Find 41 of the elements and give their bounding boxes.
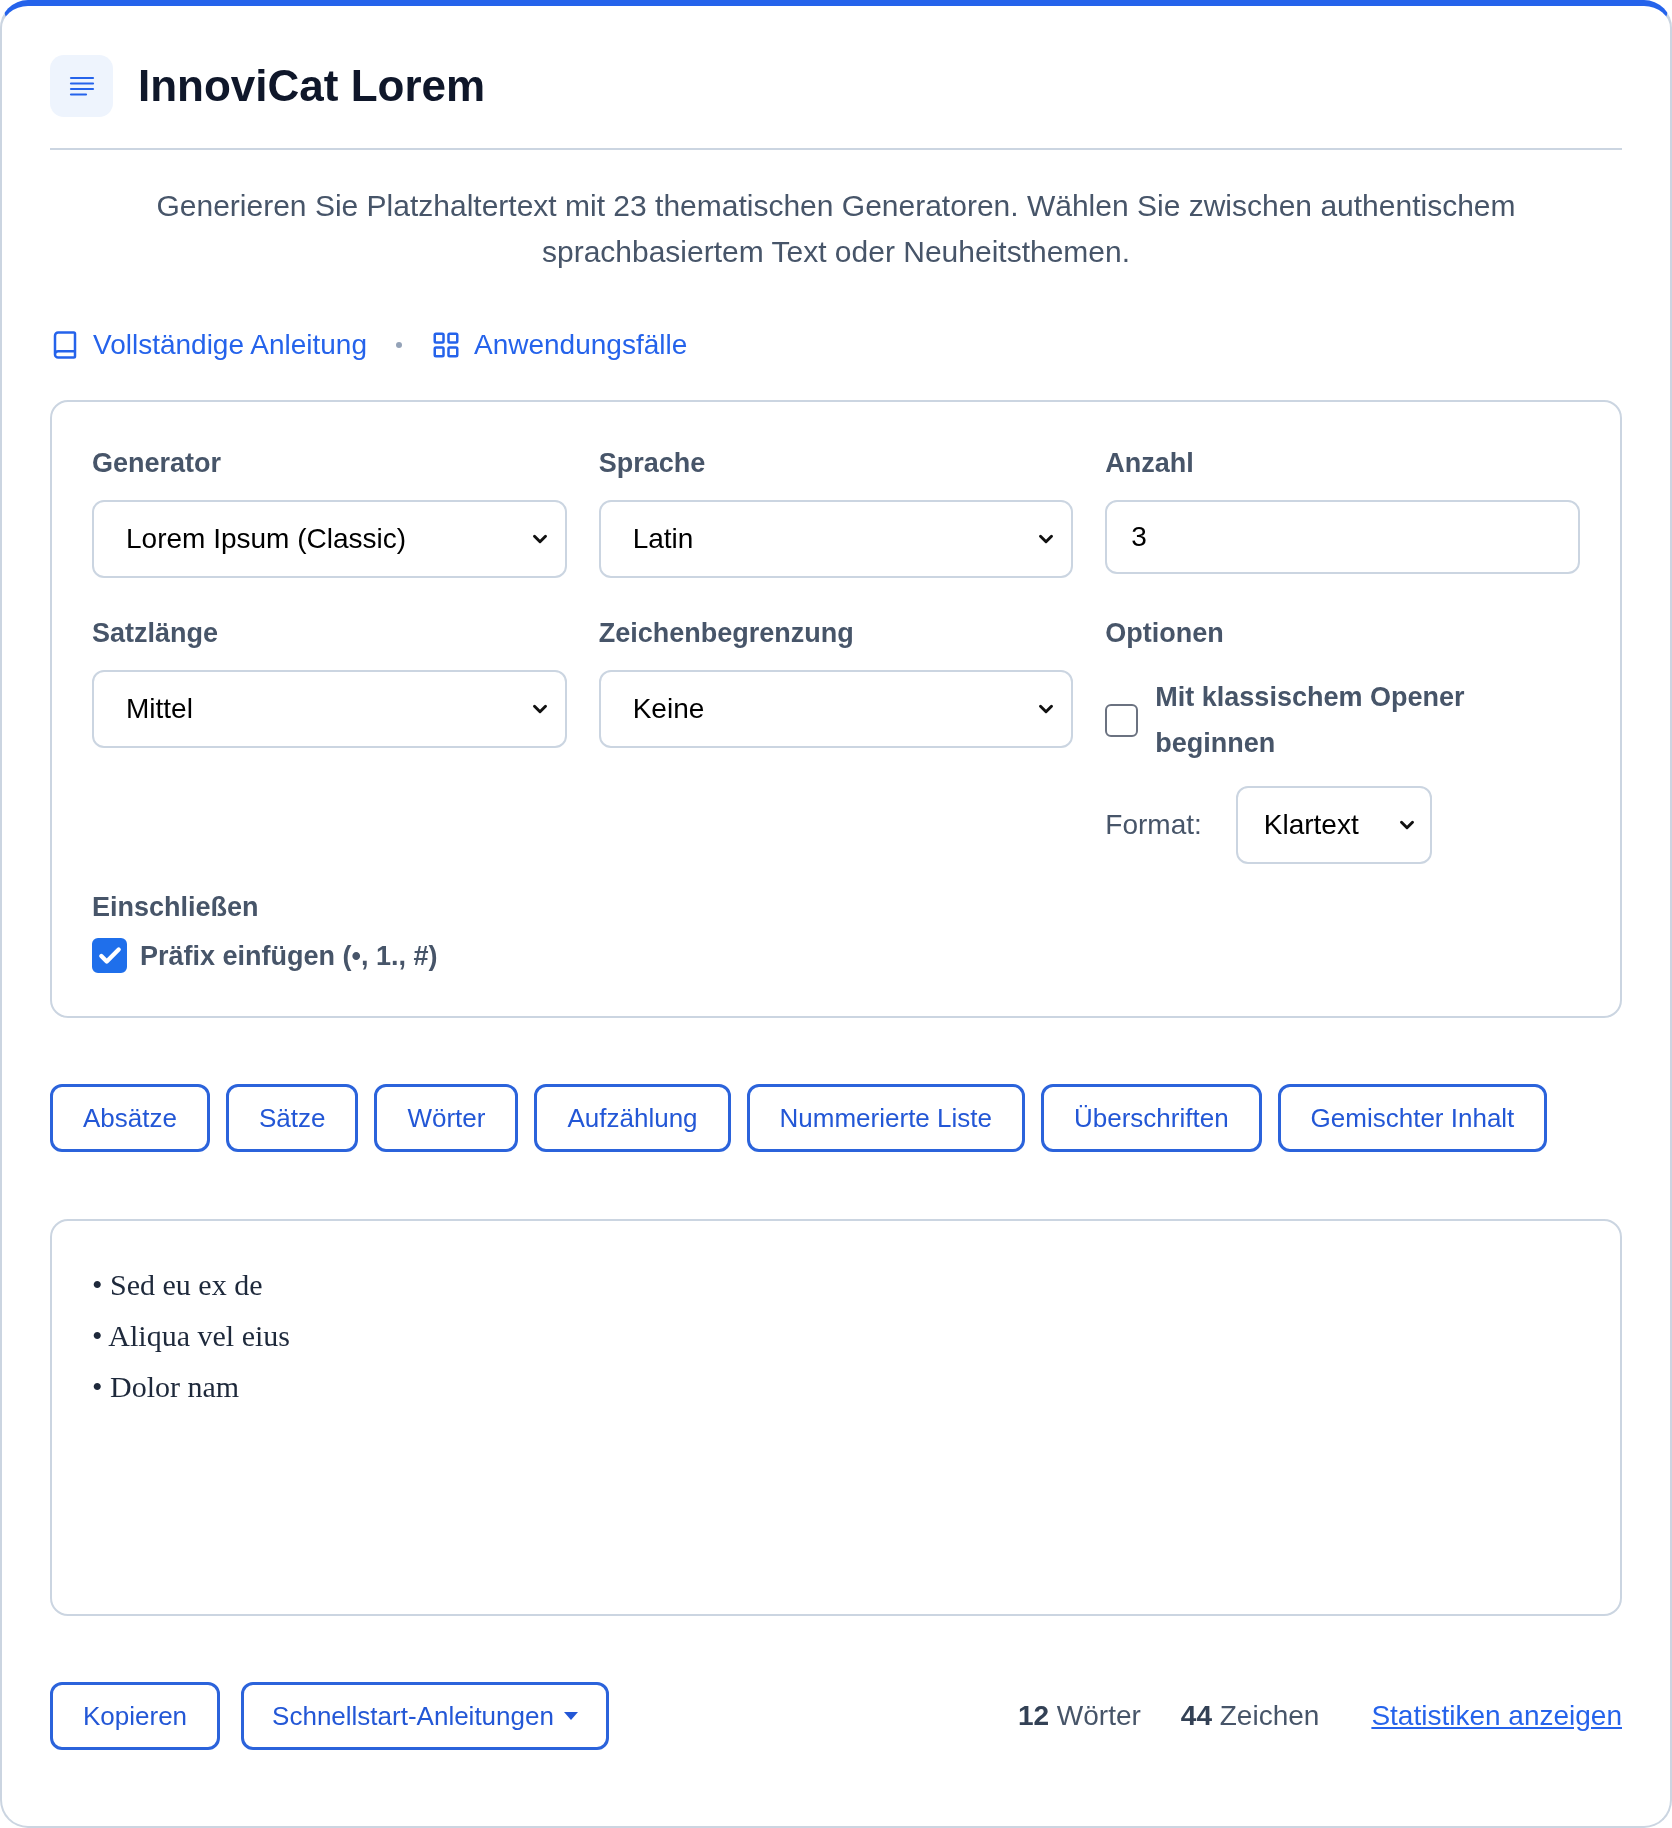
- stat-count: 44 Zeichen: [1180, 1699, 1320, 1733]
- stat-count: 12 Wörter: [1017, 1699, 1141, 1733]
- field-label: Anzahl: [1105, 447, 1195, 479]
- grid-icon: [431, 330, 461, 360]
- format-label: Format:: [1105, 808, 1202, 842]
- app-title: InnoviCat Lorem: [138, 60, 486, 112]
- number-input[interactable]: 3: [1105, 500, 1580, 574]
- output-line: • Sed eu ex de: [92, 1267, 263, 1303]
- stats-link[interactable]: Statistiken anzeigen: [1371, 1698, 1622, 1734]
- description: Generieren Sie Platzhaltertext mit 23 thematischen Generatoren. Wählen Sie zwischen authentischem sprachbasiertem Text oder Neuheitsthemen.: [155, 188, 1517, 270]
- checkbox[interactable]: [92, 938, 127, 973]
- field-label: Sprache: [598, 447, 707, 479]
- nav-link[interactable]: Anwendungsfälle: [431, 327, 688, 363]
- output-line: • Aliqua vel eius: [92, 1318, 290, 1354]
- output-line: • Dolor nam: [92, 1369, 240, 1405]
- format-button[interactable]: Nummerierte Liste: [746, 1084, 1025, 1152]
- checkbox-label: Mit klassischem Opener beginnen: [1155, 681, 1466, 760]
- field-label: Optionen: [1105, 617, 1225, 649]
- checkbox[interactable]: [1105, 703, 1139, 737]
- field-label: Zeichenbegrenzung: [598, 617, 855, 649]
- copy-button[interactable]: Kopieren: [50, 1682, 221, 1750]
- format-button[interactable]: Sätze: [225, 1084, 359, 1152]
- field-label: Generator: [92, 447, 223, 479]
- lines-icon: [50, 55, 113, 117]
- caret-down-icon: [563, 1712, 578, 1720]
- format-button[interactable]: Absätze: [50, 1084, 210, 1152]
- field-label: Satzlänge: [92, 617, 220, 649]
- dropdown-select[interactable]: Klartext: [1235, 786, 1432, 864]
- format-button[interactable]: Überschriften: [1040, 1084, 1262, 1152]
- format-button[interactable]: Wörter: [374, 1084, 519, 1152]
- format-button[interactable]: Gemischter Inhalt: [1277, 1084, 1548, 1152]
- dropdown-button[interactable]: Schnellstart-Anleitungen: [241, 1682, 609, 1750]
- dropdown-select[interactable]: Mittel: [92, 670, 567, 748]
- dropdown-select[interactable]: Latin: [598, 500, 1074, 578]
- dropdown-select[interactable]: Keine: [598, 670, 1074, 748]
- nav-link[interactable]: Vollständige Anleitung: [50, 327, 367, 363]
- checkbox-label: Präfix einfügen (•, 1., #): [140, 939, 438, 973]
- format-button[interactable]: Aufzählung: [534, 1084, 731, 1152]
- field-label: Einschließen: [92, 891, 259, 923]
- dot-separator-icon: [396, 342, 402, 348]
- dropdown-select[interactable]: Lorem Ipsum (Classic): [92, 500, 567, 578]
